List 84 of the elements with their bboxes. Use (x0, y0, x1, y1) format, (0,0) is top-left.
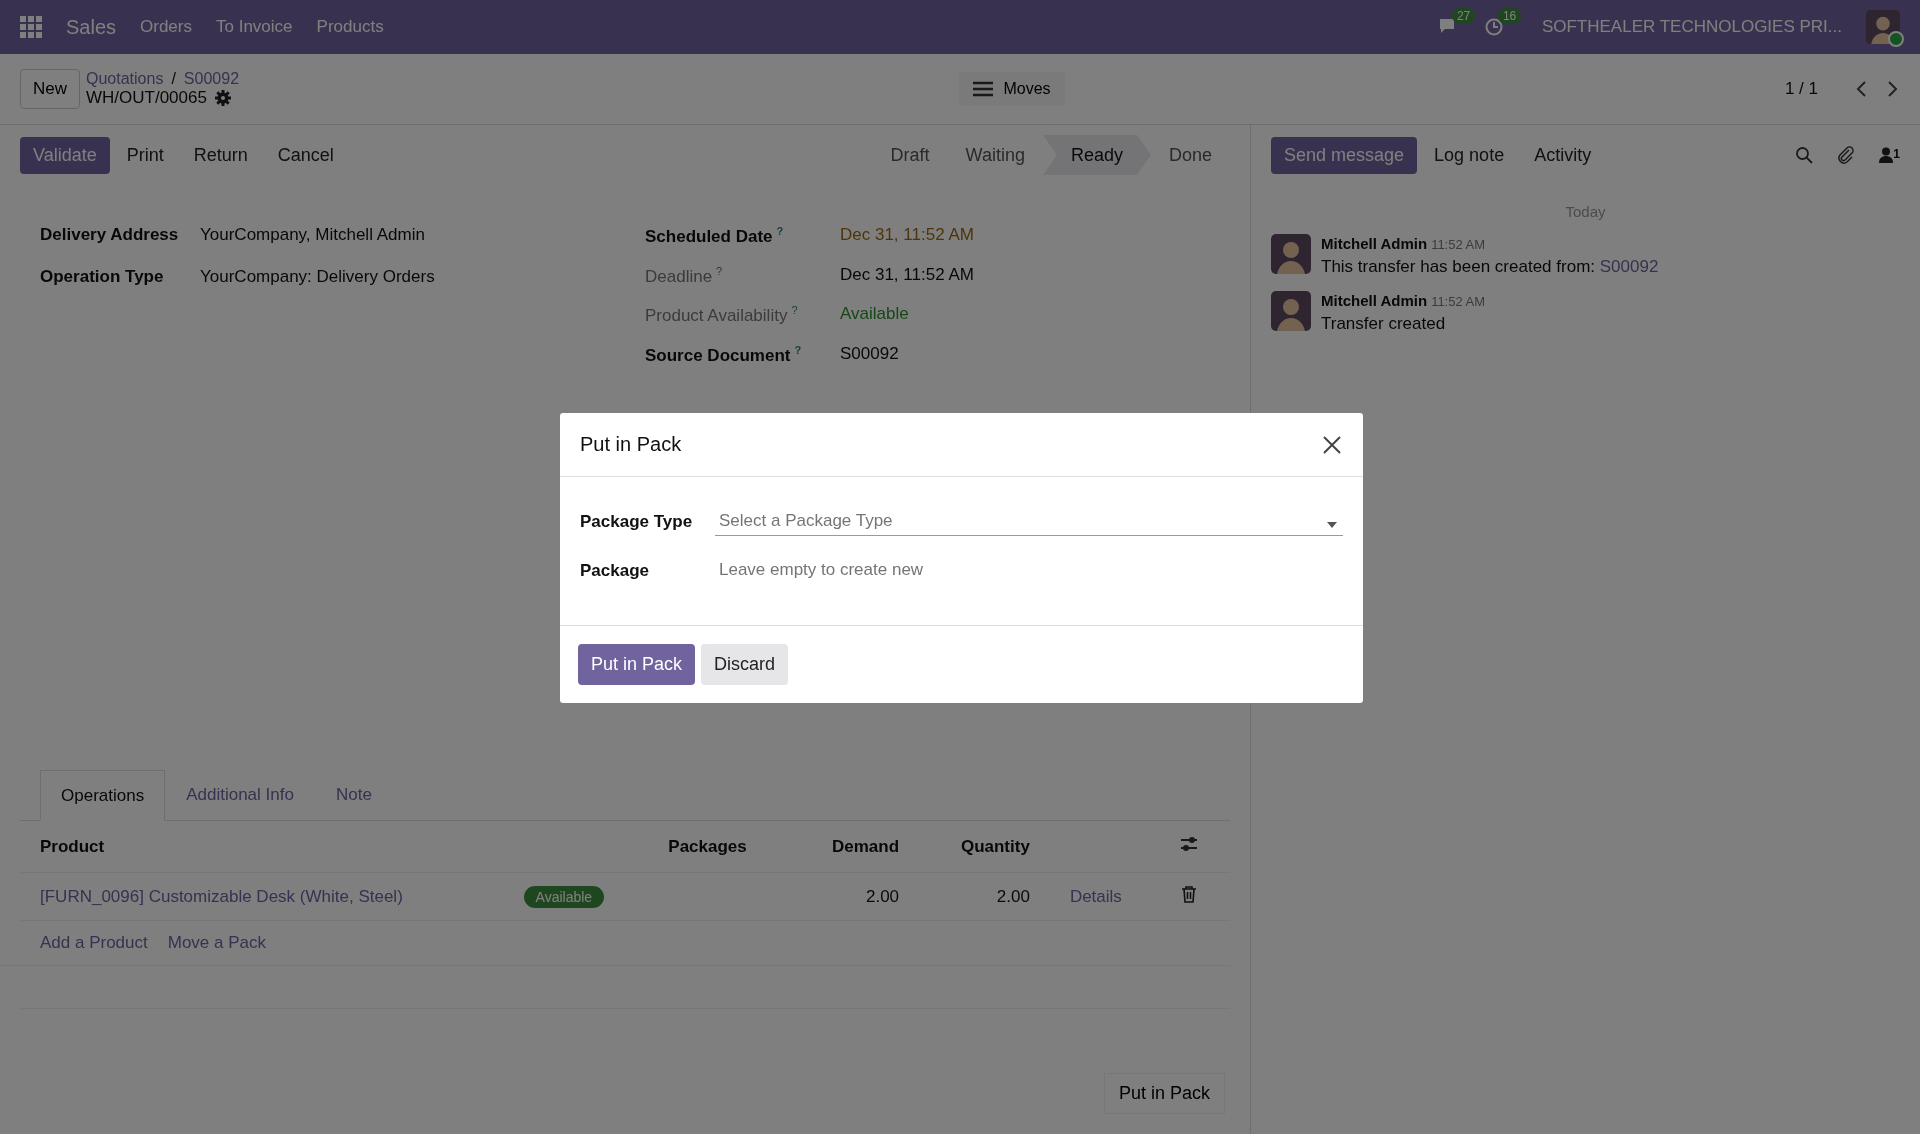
field-label: Package Type (580, 511, 694, 532)
new-button[interactable]: New (20, 69, 80, 109)
breadcrumb-link[interactable]: S00092 (183, 70, 240, 88)
menu-item[interactable]: To Invoice (216, 17, 293, 37)
field-label: Scheduled Date $^{?}$ (645, 225, 785, 247)
put-in-pack-button[interactable]: Put in Pack (1103, 1073, 1225, 1114)
dialog-title: Put in Pack (580, 433, 682, 456)
field-value[interactable]: Dec 31, 11:52 AM (840, 225, 1210, 247)
avatar-icon (1271, 291, 1311, 331)
status-step[interactable]: Ready (1042, 135, 1151, 175)
column-header[interactable]: Packages (648, 821, 791, 873)
breadcrumb-link[interactable]: Quotations (86, 70, 164, 88)
field-label: Product Availability $^{?}$ (645, 304, 799, 326)
menu-item[interactable]: Orders (140, 17, 192, 37)
action-button[interactable]: Print (113, 136, 177, 174)
message-body: Transfer created (1321, 314, 1447, 334)
product-link[interactable]: [FURN_0096] Customizable Desk (White, Steel) (40, 886, 403, 906)
chatter-button[interactable]: Log note (1421, 136, 1518, 174)
gear-icon[interactable] (214, 90, 231, 106)
company-name[interactable]: SOFTHEALER TECHNOLOGIES PRI... (1541, 17, 1842, 37)
message-count: 27 (1451, 8, 1476, 24)
field-value[interactable]: YourCompany: Delivery Orders (200, 267, 605, 287)
column-settings-icon[interactable] (1180, 835, 1199, 853)
record-name: WH/OUT/00065 (86, 88, 207, 108)
tab[interactable]: Additional Info (165, 770, 315, 820)
action-button[interactable]: Return (180, 136, 261, 174)
status-step[interactable]: Waiting (947, 135, 1043, 175)
moves-button[interactable]: Moves (959, 72, 1065, 106)
status-step[interactable]: Draft (872, 135, 948, 175)
table-cell: 2.00 (919, 872, 1050, 921)
close-icon[interactable] (1321, 433, 1343, 456)
message-body: This transfer has been created from: S00092 (1321, 257, 1659, 277)
breadcrumb-separator: / (171, 70, 176, 88)
message-author: Mitchell Admin (1321, 235, 1428, 252)
dialog-button[interactable]: Put in Pack (578, 644, 696, 685)
previous-icon[interactable] (1854, 80, 1868, 98)
package-type-select[interactable]: Select a Package Type (715, 507, 1343, 536)
field-label: Deadline $^{?}$ (645, 264, 724, 287)
tab[interactable]: Operations (40, 770, 166, 821)
pager-value: 1 / 1 (1784, 79, 1818, 99)
field-label: Operation Type (40, 267, 165, 287)
column-header[interactable]: Demand (790, 821, 920, 873)
activity-count: 16 (1497, 8, 1522, 24)
column-header[interactable]: Quantity (919, 821, 1050, 873)
add-line-link[interactable]: Add a Product (40, 933, 148, 953)
apps-menu-icon[interactable] (20, 16, 42, 38)
action-button[interactable]: Validate (20, 136, 110, 174)
field-value[interactable]: Available (840, 304, 1210, 326)
field-label: Delivery Address (40, 225, 180, 245)
field-value[interactable]: Dec 31, 11:52 AM (840, 264, 1210, 287)
chatter-button[interactable]: Activity (1521, 136, 1605, 174)
app-name[interactable]: Sales (66, 15, 117, 39)
package-input-field[interactable]: Leave empty to create new (715, 556, 1343, 585)
message-author: Mitchell Admin (1321, 292, 1428, 309)
details-link[interactable]: Details (1069, 886, 1122, 906)
field-value[interactable]: YourCompany, Mitchell Admin (200, 225, 605, 245)
person-icon[interactable] (1879, 147, 1894, 163)
add-line-link[interactable]: Move a Pack (167, 933, 266, 953)
paperclip-icon[interactable] (1837, 146, 1856, 164)
field-label: Source Document $^{?}$ (645, 343, 803, 366)
next-icon[interactable] (1886, 80, 1900, 98)
caret-icon[interactable] (1327, 521, 1337, 528)
followers-count: 1 (1893, 147, 1900, 161)
tab[interactable]: Note (314, 770, 393, 820)
status-badge: Available (523, 885, 605, 908)
message-time: 11:52 AM (1431, 237, 1486, 252)
message-time: 11:52 AM (1431, 294, 1486, 309)
action-button[interactable]: Cancel (264, 136, 347, 174)
field-label: Package (580, 560, 650, 581)
search-icon[interactable] (1795, 146, 1814, 164)
menu-icon[interactable] (973, 81, 994, 97)
field-value[interactable]: S00092 (840, 343, 1210, 366)
column-header[interactable]: Product (20, 821, 504, 873)
trash-icon[interactable] (1180, 885, 1199, 903)
avatar-icon (1866, 10, 1900, 44)
avatar-icon (1271, 234, 1311, 274)
clock-icon[interactable] (1483, 17, 1504, 37)
chatter-button[interactable]: Send message (1271, 136, 1418, 174)
record-link[interactable]: S00092 (1599, 257, 1659, 276)
table-cell: 2.00 (790, 872, 920, 921)
dialog-button[interactable]: Discard (701, 644, 789, 685)
status-step[interactable]: Done (1150, 135, 1230, 175)
online-status-dot (1888, 31, 1904, 47)
menu-item[interactable]: Products (316, 17, 384, 37)
